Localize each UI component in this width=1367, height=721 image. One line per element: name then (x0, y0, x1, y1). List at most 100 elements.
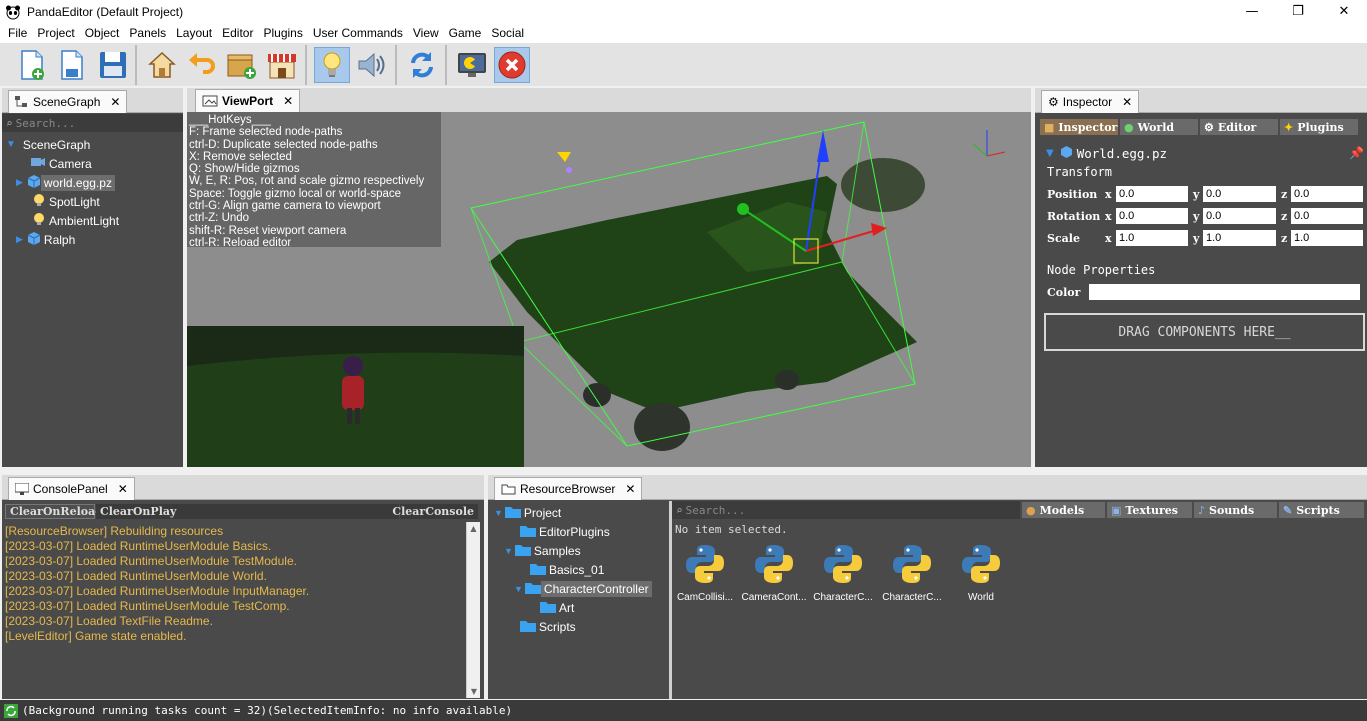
filter-sounds[interactable]: ♪ Sounds (1194, 502, 1277, 518)
scroll-up-icon[interactable]: ▲ (467, 524, 480, 533)
axis-z-label: z (1281, 188, 1288, 201)
expand-arrow-icon[interactable]: ▼ (504, 546, 513, 556)
collapse-arrow-icon[interactable]: ▼ (1046, 148, 1054, 159)
scale-y-field[interactable]: 1.0 (1203, 230, 1276, 246)
filter-textures[interactable]: ▣ Textures (1107, 502, 1192, 518)
res-tree-art[interactable]: Art (540, 598, 577, 617)
refresh-icon[interactable] (4, 703, 18, 718)
rotation-y-field[interactable]: 0.0 (1203, 208, 1276, 224)
pin-icon[interactable]: 📌 (1349, 146, 1364, 160)
asset-item[interactable]: CharacterC... (878, 543, 946, 603)
scroll-down-icon[interactable]: ▼ (467, 687, 481, 696)
lightbulb-toggle-icon[interactable] (314, 46, 350, 83)
close-tab-icon[interactable]: ✕ (110, 95, 120, 109)
res-tree-samples[interactable]: ▼ Samples (504, 541, 584, 560)
save-icon[interactable] (94, 47, 130, 83)
menu-user-commands[interactable]: User Commands (308, 23, 408, 43)
speaker-icon[interactable] (354, 47, 390, 83)
add-package-icon[interactable] (224, 47, 260, 83)
new-file-icon[interactable] (14, 47, 50, 83)
maximize-button[interactable]: ❐ (1275, 0, 1321, 23)
tab-resource-browser[interactable]: ResourceBrowser ✕ (494, 477, 643, 500)
drag-components-dropzone[interactable]: DRAG COMPONENTS HERE__ (1044, 313, 1365, 351)
asset-item[interactable]: CamCollisi... (671, 543, 739, 603)
search-input[interactable]: Search... (16, 117, 76, 130)
menu-file[interactable]: File (0, 23, 32, 43)
menu-panels[interactable]: Panels (124, 23, 171, 43)
open-file-icon[interactable] (54, 47, 90, 83)
expand-arrow-icon[interactable]: ▶ (16, 234, 23, 245)
expand-arrow-icon[interactable]: ▼ (494, 508, 503, 518)
script-icon: ✎ (1283, 503, 1293, 517)
asset-item[interactable]: CameraCont... (740, 543, 808, 603)
asset-item[interactable]: CharacterC... (809, 543, 877, 603)
clear-console-button[interactable]: ClearConsole (392, 504, 478, 519)
tree-item-ralph[interactable]: ▶ Ralph (16, 230, 78, 249)
menu-project[interactable]: Project (32, 23, 79, 43)
close-tab-icon[interactable]: ✕ (625, 482, 635, 496)
scale-x-field[interactable]: 1.0 (1116, 230, 1188, 246)
expand-arrow-icon[interactable]: ▼ (6, 139, 16, 150)
viewport-canvas[interactable]: ___HotKeys___ F: Frame selected node-pat… (187, 112, 1031, 467)
console-scrollbar[interactable]: ▲ ▼ (466, 522, 480, 698)
log-line: [2023-03-07] Loaded RuntimeUserModule In… (5, 584, 310, 598)
stop-game-icon[interactable] (494, 46, 530, 83)
tab-inspector[interactable]: ⚙ Inspector ✕ (1041, 90, 1140, 113)
tree-item-ambientlight[interactable]: AmbientLight (32, 211, 122, 230)
inspector-subtab-inspector[interactable]: ■ Inspector (1040, 119, 1118, 135)
close-tab-icon[interactable]: ✕ (1122, 95, 1132, 109)
res-tree-editorplugins[interactable]: EditorPlugins (520, 522, 613, 541)
res-tree-basics01[interactable]: Basics_01 (530, 560, 607, 579)
res-tree-project[interactable]: ▼ Project (494, 503, 564, 522)
tree-root-scenegraph[interactable]: ▼ SceneGraph (6, 135, 93, 154)
inspector-subtab-world[interactable]: ● World (1120, 119, 1198, 135)
resource-search[interactable]: ⌕ Search... (672, 501, 1020, 519)
close-button[interactable]: ✕ (1321, 0, 1367, 23)
store-icon[interactable] (264, 47, 300, 83)
menu-object[interactable]: Object (80, 23, 125, 43)
expand-arrow-icon[interactable]: ▶ (16, 177, 23, 188)
menu-social[interactable]: Social (486, 23, 529, 43)
filter-models[interactable]: ● Models (1022, 502, 1105, 518)
position-x-field[interactable]: 0.0 (1116, 186, 1188, 202)
res-tree-charactercontroller[interactable]: ▼ CharacterController (514, 579, 652, 598)
expand-arrow-icon[interactable]: ▼ (514, 584, 523, 594)
play-game-icon[interactable] (454, 47, 490, 83)
bulb-icon (32, 193, 46, 210)
filter-scripts[interactable]: ✎ Scripts (1279, 502, 1364, 518)
menu-game[interactable]: Game (444, 23, 487, 43)
position-z-field[interactable]: 0.0 (1291, 186, 1363, 202)
close-tab-icon[interactable]: ✕ (118, 482, 128, 496)
tab-viewport[interactable]: ViewPort ✕ (195, 89, 301, 112)
position-y-field[interactable]: 0.0 (1203, 186, 1276, 202)
menu-view[interactable]: View (408, 23, 444, 43)
tab-console[interactable]: ConsolePanel ✕ (8, 477, 135, 500)
scenegraph-search[interactable]: ⌕ Search... (2, 114, 183, 132)
tree-item-world[interactable]: ▶ world.egg.pz (16, 173, 115, 192)
undo-arrow-icon[interactable] (184, 47, 220, 83)
close-tab-icon[interactable]: ✕ (283, 94, 293, 108)
color-field[interactable] (1089, 284, 1360, 300)
menu-editor[interactable]: Editor (217, 23, 258, 43)
refresh-icon[interactable] (404, 47, 440, 83)
scale-label: Scale (1047, 232, 1080, 245)
clear-on-play-button[interactable]: ClearOnPlay (96, 504, 399, 519)
search-input[interactable]: Search... (686, 504, 746, 517)
rotation-z-field[interactable]: 0.0 (1291, 208, 1363, 224)
folder-icon (524, 581, 541, 597)
inspector-subtab-editor[interactable]: ⚙ Editor (1200, 119, 1278, 135)
tree-item-camera[interactable]: Camera (30, 154, 95, 173)
menu-layout[interactable]: Layout (171, 23, 217, 43)
home-icon[interactable] (144, 47, 180, 83)
asset-item[interactable]: World (947, 543, 1015, 603)
scale-z-field[interactable]: 1.0 (1291, 230, 1363, 246)
inspector-subtab-plugins[interactable]: ✦ Plugins (1280, 119, 1358, 135)
menu-plugins[interactable]: Plugins (258, 23, 307, 43)
tree-item-spotlight[interactable]: SpotLight (32, 192, 103, 211)
rotation-x-field[interactable]: 0.0 (1116, 208, 1188, 224)
res-tree-scripts[interactable]: Scripts (520, 617, 579, 636)
tab-scenegraph[interactable]: SceneGraph ✕ (8, 90, 128, 113)
python-file-icon (823, 543, 863, 588)
minimize-button[interactable]: — (1229, 0, 1275, 23)
clear-on-reload-button[interactable]: ClearOnReload (5, 504, 103, 519)
